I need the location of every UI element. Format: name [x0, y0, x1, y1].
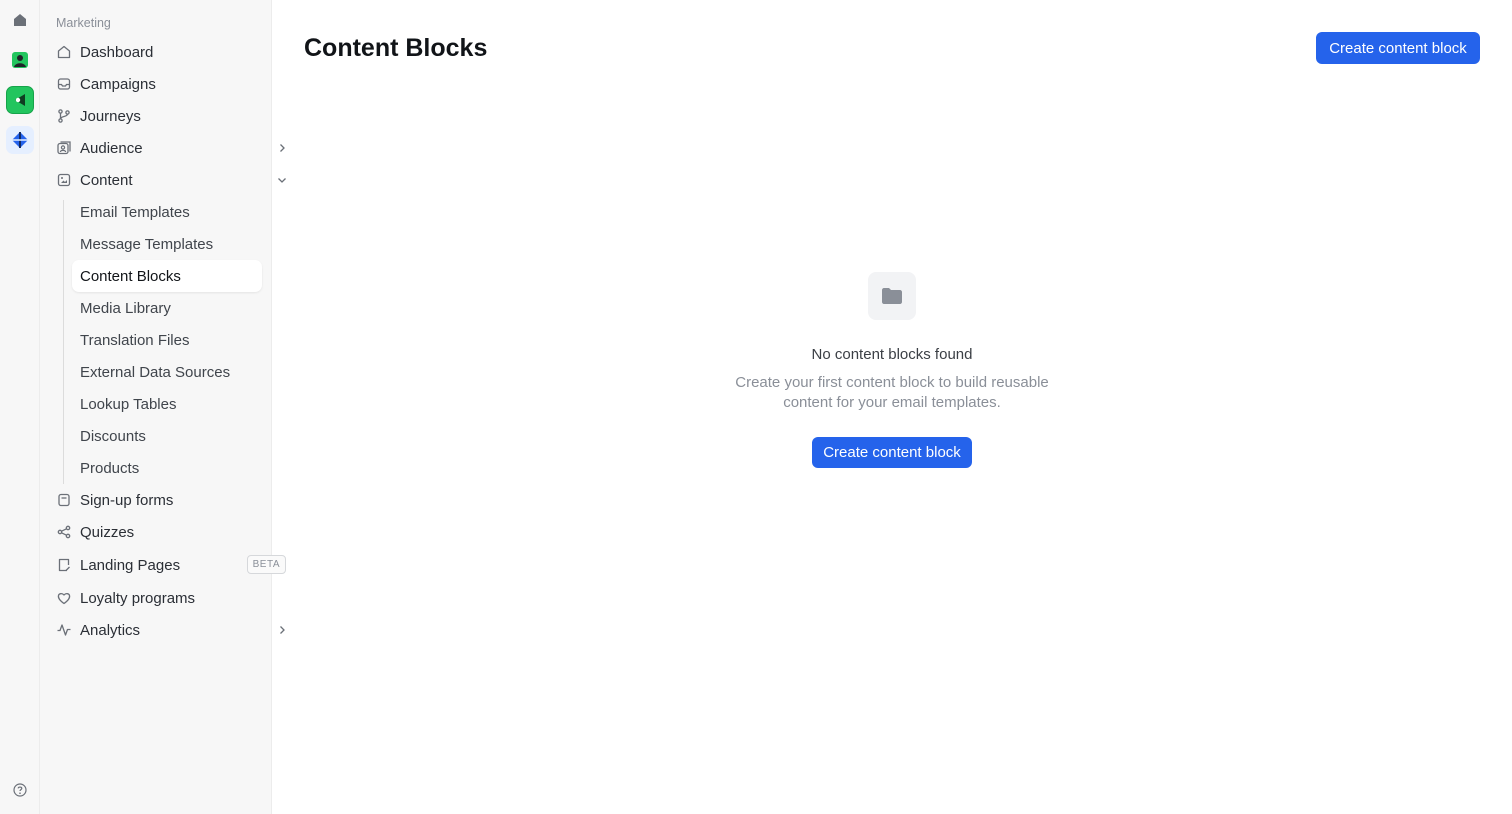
sidebar-subitem-label: Media Library: [80, 299, 171, 317]
beta-badge: BETA: [246, 555, 286, 574]
sidebar-item-landing-pages[interactable]: Landing Pages BETA: [48, 550, 294, 580]
sidebar-item-label: Campaigns: [80, 75, 156, 93]
sidebar-item-label: Dashboard: [80, 43, 154, 61]
sidebar-item-label: Journeys: [80, 107, 141, 125]
activity-icon: [57, 624, 71, 636]
sidebar-subitem-label: Message Templates: [80, 235, 214, 253]
sidebar-item-quizzes[interactable]: Quizzes: [48, 517, 294, 547]
help-icon[interactable]: [6, 776, 34, 804]
empty-state-description: Create your first content block to build…: [735, 374, 1049, 411]
empty-state-title: No content blocks found: [811, 346, 973, 363]
chevron-right-icon: [280, 144, 285, 152]
inbox-icon: [57, 78, 71, 90]
share-nodes-icon: [57, 525, 71, 539]
sidebar-item-content[interactable]: Content: [48, 165, 294, 195]
sidebar-item-audience[interactable]: Audience: [48, 133, 294, 163]
chevron-down-icon: [278, 178, 286, 183]
sidebar-item-loyalty-programs[interactable]: Loyalty programs: [48, 583, 294, 613]
sidebar-item-label: Quizzes: [80, 523, 135, 541]
heart-icon: [57, 593, 71, 605]
page-edit-icon: [58, 558, 70, 572]
sidebar-item-label: Loyalty programs: [80, 589, 196, 607]
sidebar-subitem-label: Email Templates: [80, 203, 190, 221]
folder-icon: [868, 272, 916, 320]
page-title: Content Blocks: [304, 34, 488, 62]
marketing-app-icon[interactable]: [6, 126, 34, 154]
sidebar-section-label: Marketing: [56, 16, 111, 30]
form-icon: [58, 493, 70, 507]
image-icon: [57, 173, 71, 187]
sidebar-subitem-discounts[interactable]: Discounts: [72, 420, 262, 452]
sidebar-item-label: Content: [80, 171, 133, 189]
sidebar-item-analytics[interactable]: Analytics: [48, 615, 294, 645]
sidebar-subitem-label: Discounts: [80, 427, 146, 445]
sidebar-subitem-label: Products: [80, 459, 140, 477]
sidebar-item-dashboard[interactable]: Dashboard: [48, 37, 294, 67]
empty-state-create-button[interactable]: Create content block: [812, 437, 972, 468]
sidebar-subitem-lookup-tables[interactable]: Lookup Tables: [72, 388, 262, 420]
content-submenu-line: [63, 200, 64, 484]
sidebar: Marketing Dashboard Campaigns Journeys A…: [40, 0, 286, 814]
app-rail: [0, 0, 40, 814]
person-app-icon[interactable]: [6, 46, 34, 74]
sidebar-subitem-content-blocks[interactable]: Content Blocks: [72, 260, 262, 292]
sidebar-subitem-label: Lookup Tables: [80, 395, 177, 413]
sidebar-subitem-products[interactable]: Products: [72, 452, 262, 484]
branch-icon: [58, 109, 70, 123]
sidebar-subitem-message-templates[interactable]: Message Templates: [72, 228, 262, 260]
sidebar-item-label: Landing Pages: [80, 556, 181, 574]
sidebar-subitem-label: External Data Sources: [80, 363, 231, 381]
messaging-app-icon[interactable]: [6, 86, 34, 114]
home-icon: [57, 45, 71, 59]
sidebar-subitem-email-templates[interactable]: Email Templates: [72, 196, 262, 228]
sidebar-item-label: Analytics: [80, 621, 141, 639]
home-icon[interactable]: [6, 6, 34, 34]
create-content-block-button[interactable]: Create content block: [1316, 32, 1480, 64]
chevron-right-icon: [280, 626, 285, 634]
sidebar-item-journeys[interactable]: Journeys: [48, 101, 294, 131]
sidebar-subitem-label: Content Blocks: [80, 267, 181, 285]
sidebar-item-label: Audience: [80, 139, 143, 157]
sidebar-item-label: Sign-up forms: [80, 491, 174, 509]
sidebar-item-signup-forms[interactable]: Sign-up forms: [48, 485, 294, 515]
sidebar-subitem-media-library[interactable]: Media Library: [72, 292, 262, 324]
contacts-icon: [57, 141, 71, 155]
sidebar-item-campaigns[interactable]: Campaigns: [48, 69, 294, 99]
